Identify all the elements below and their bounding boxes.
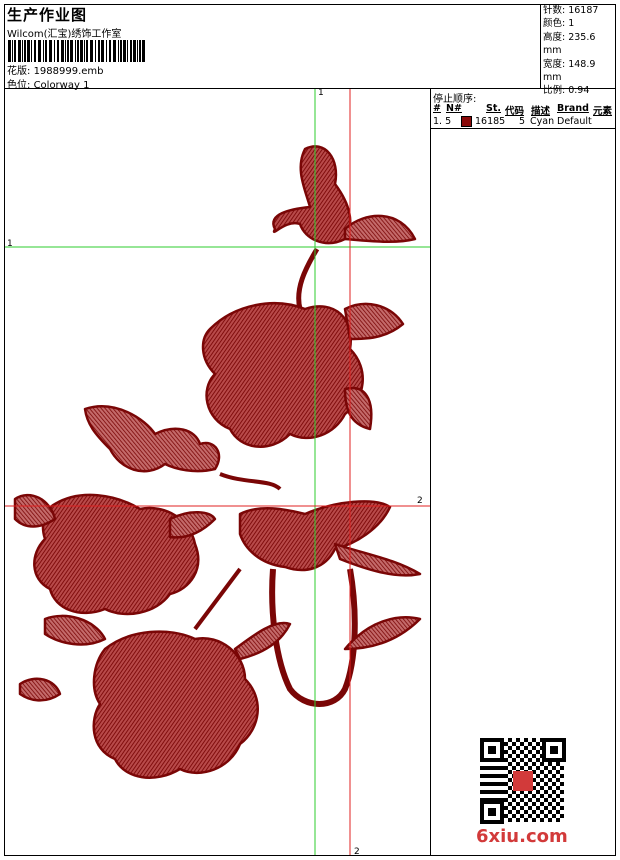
row-code: 5 — [519, 116, 526, 127]
col-stitches: St. — [486, 103, 501, 114]
stem-lower — [193, 567, 242, 631]
col-element: 元素 — [593, 106, 613, 117]
vase — [269, 568, 358, 707]
middle-leaves — [83, 405, 221, 473]
top-leaf — [343, 214, 417, 243]
col-index: # — [433, 103, 441, 114]
col-brand: Brand — [557, 103, 589, 114]
col-desc: 描述 — [531, 106, 551, 117]
barcode-icon — [8, 40, 145, 62]
page-title: 生产作业图 — [7, 6, 88, 24]
bottom-flower-leaf-2 — [233, 621, 292, 661]
file-line: 花版: 1988999.emb — [7, 62, 104, 77]
stop-sequence-divider — [430, 128, 616, 129]
header-left: 生产作业图 Wilcom(汇宝)绣饰工作室 花版: 1988999.emb 色位… — [4, 4, 540, 91]
row-stitches: 16185 — [475, 116, 506, 127]
col-needle: N# — [446, 103, 462, 114]
watermark-logo: 6xiu.com — [476, 826, 568, 847]
left-flower-leaf-2 — [168, 511, 217, 539]
guide-h1-label: 1 — [7, 239, 13, 249]
top-bud — [272, 145, 352, 245]
col-code: 代码 — [505, 106, 525, 117]
stat-colors: 颜色: 1 — [543, 18, 575, 30]
guide-h2-label: 2 — [417, 496, 423, 506]
stat-height: 高度: 235.6 mm — [543, 31, 596, 57]
upper-flower — [201, 302, 364, 448]
stat-width: 宽度: 148.9 mm — [543, 58, 596, 84]
row-desc: Cyan — [530, 116, 555, 127]
stat-stitches: 针数: 16187 — [543, 5, 599, 16]
company-name: Wilcom(汇宝)绣饰工作室 — [7, 29, 122, 40]
left-flower-leaf — [13, 493, 57, 528]
bottom-flower — [92, 630, 259, 779]
row-brand: Default — [557, 116, 592, 127]
upper-flower-leaf — [343, 302, 405, 341]
bottom-flower-leaf — [43, 614, 107, 646]
stats-panel: 针数: 16187 颜色: 1 高度: 235.6 mm 宽度: 148.9 m… — [540, 4, 616, 96]
guide-v1-label: 1 — [318, 88, 324, 98]
upper-flower-leaf-2 — [343, 386, 373, 431]
embroidery-design — [5, 89, 430, 855]
small-leaf — [18, 677, 62, 702]
stat-scale: 比例: 0.94 — [543, 85, 590, 97]
left-flower — [33, 493, 200, 616]
stem-mid — [219, 472, 282, 491]
guide-v2-label: 2 — [354, 847, 360, 857]
stem-upper — [296, 247, 320, 310]
qr-code-icon — [480, 738, 566, 824]
panel-divider — [430, 88, 431, 856]
row-index: 1. 5 — [433, 116, 452, 127]
